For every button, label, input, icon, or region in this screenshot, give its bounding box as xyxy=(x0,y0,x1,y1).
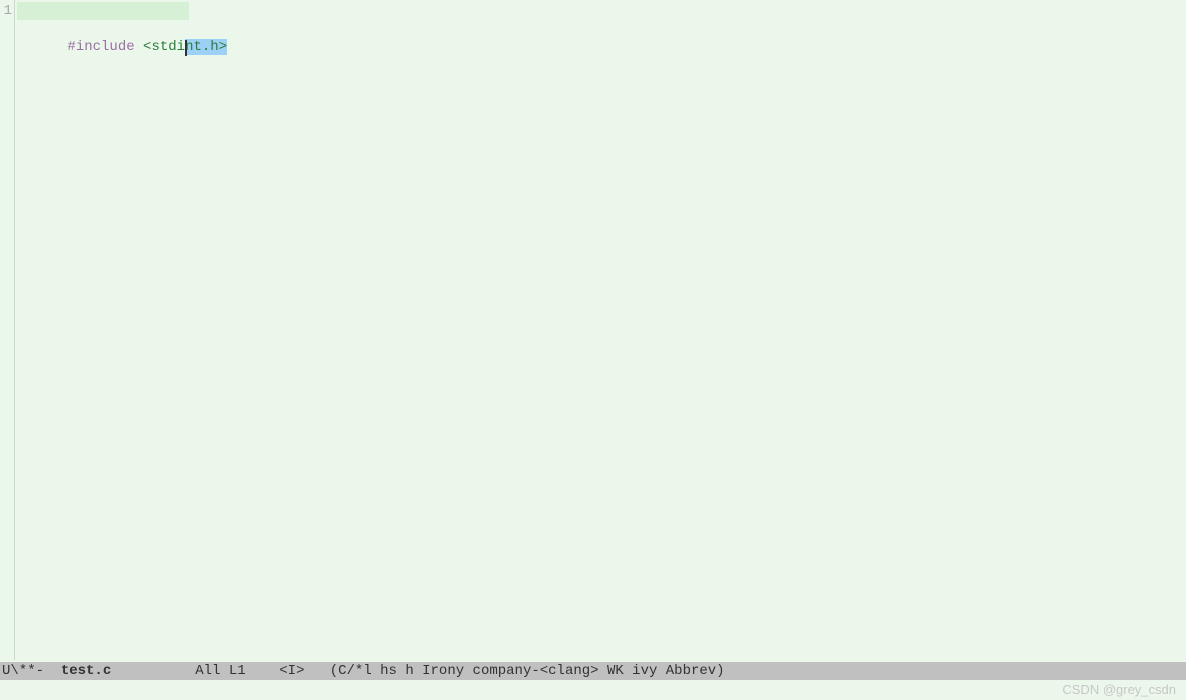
code-line-1[interactable]: #include <stdint.h> xyxy=(17,2,1186,20)
token-space xyxy=(135,39,143,55)
line-number-gutter: 1 xyxy=(0,0,15,660)
modeline-spacer-1 xyxy=(111,662,195,680)
editor-container: 1 #include <stdint.h> xyxy=(0,0,1186,660)
minibuffer[interactable] xyxy=(0,680,1186,700)
modeline-spacer-3 xyxy=(305,662,330,680)
token-header-pre: <stdi xyxy=(143,39,185,55)
modeline-modes: (C/*l hs h Irony company-<clang> WK ivy … xyxy=(330,662,725,680)
watermark: CSDN @grey_csdn xyxy=(1062,682,1176,697)
text-cursor xyxy=(185,40,187,56)
token-preprocessor: #include xyxy=(67,39,134,55)
code-content: #include <stdint.h> xyxy=(67,39,227,55)
modeline-spacer-2 xyxy=(246,662,280,680)
code-area[interactable]: #include <stdint.h> xyxy=(15,0,1186,660)
modeline-status: U\**- xyxy=(2,662,61,680)
mode-line: U\**- test.c All L1 <I> (C/*l hs h Irony… xyxy=(0,662,1186,680)
line-number: 1 xyxy=(0,2,12,20)
modeline-position: All L1 xyxy=(195,662,245,680)
token-header-selected: nt.h> xyxy=(185,39,227,55)
modeline-filename: test.c xyxy=(61,662,111,680)
current-line-highlight xyxy=(17,2,189,20)
modeline-mode-indicator: <I> xyxy=(279,662,304,680)
